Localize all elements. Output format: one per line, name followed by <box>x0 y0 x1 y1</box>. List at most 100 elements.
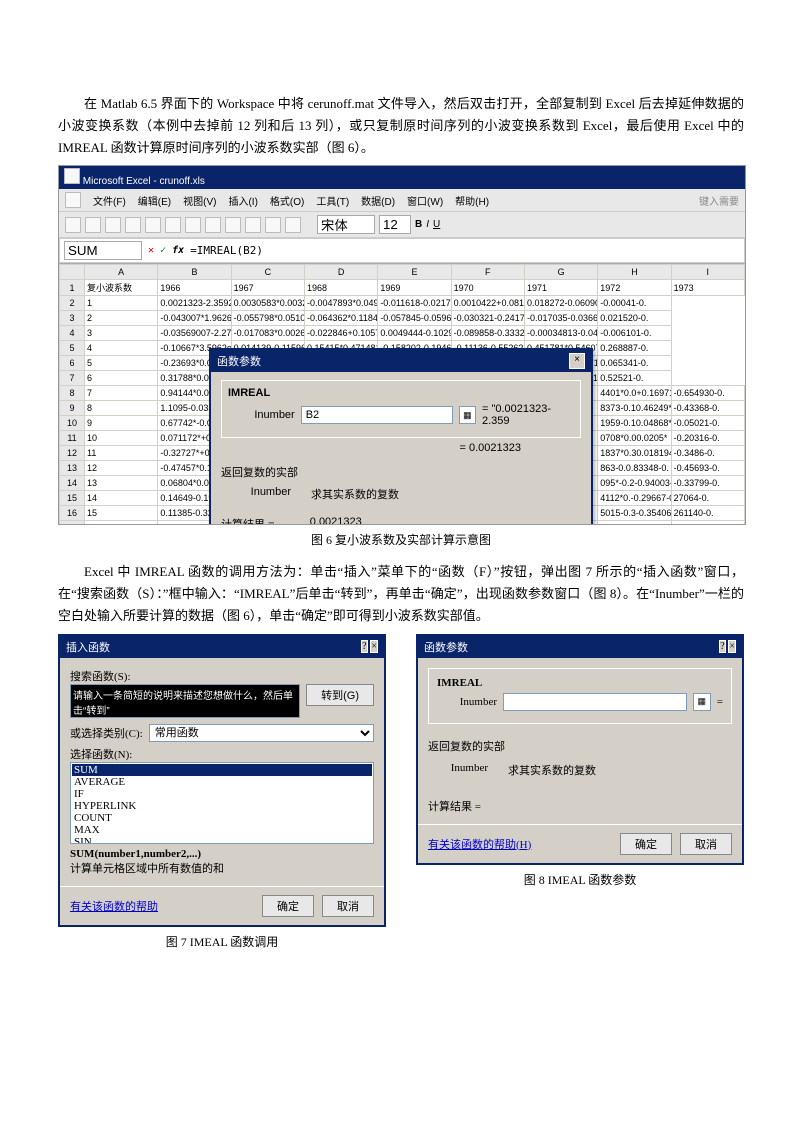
excel-grid[interactable]: ABCDEFGHI1复小波系数1966196719681969197019711… <box>59 263 745 524</box>
cell[interactable]: 0.021520-0. <box>598 311 671 326</box>
row-head[interactable]: 14 <box>60 476 85 491</box>
cell[interactable]: 13 <box>85 476 158 491</box>
paste-icon[interactable] <box>185 217 201 233</box>
cell[interactable]: 0.065341-0. <box>598 356 671 371</box>
cell[interactable]: 1959-0.10.04868* <box>598 416 671 431</box>
row-head[interactable]: 16 <box>60 506 85 521</box>
row-head[interactable]: 4 <box>60 326 85 341</box>
cell[interactable]: 0.0030583*0.003271 <box>231 296 304 311</box>
undo-icon[interactable] <box>205 217 221 233</box>
copy-icon[interactable] <box>165 217 181 233</box>
fn-listbox[interactable]: SUM AVERAGE IF HYPERLINK COUNT MAX SIN <box>70 762 374 844</box>
cell[interactable]: 0.0021323-2.3592e-0 <box>158 296 231 311</box>
col-head[interactable]: D <box>304 265 377 280</box>
cell[interactable]: 8 <box>85 401 158 416</box>
cell[interactable]: -0.064362*0.11841 <box>304 311 377 326</box>
cell[interactable]: 1972 <box>598 280 671 296</box>
cell[interactable]: 426-0.00.062111-0. <box>598 521 671 525</box>
menu-help[interactable]: 帮助(H) <box>455 193 489 208</box>
cell[interactable]: -0.33799-0. <box>671 476 744 491</box>
chart-icon[interactable] <box>285 217 301 233</box>
col-head[interactable]: A <box>85 265 158 280</box>
cell[interactable]: -0.057845-0.05969i <box>378 311 451 326</box>
close-icon[interactable]: × <box>728 640 736 653</box>
row-head[interactable]: 17 <box>60 521 85 525</box>
menu-tools[interactable]: 工具(T) <box>316 193 349 208</box>
cell[interactable]: -0.05021-0. <box>671 416 744 431</box>
cell[interactable]: -0.089858-0.333251 <box>451 326 524 341</box>
print-icon[interactable] <box>125 217 141 233</box>
cell[interactable]: 1968 <box>304 280 377 296</box>
cell[interactable]: 14 <box>85 491 158 506</box>
cell[interactable]: -0.006101-0. <box>598 326 671 341</box>
cell[interactable]: 1970 <box>451 280 524 296</box>
ok-button[interactable]: 确定 <box>620 833 672 855</box>
cell[interactable]: -0.00041-0. <box>598 296 671 311</box>
cell[interactable]: -0.043007*1.9626e-0 <box>158 311 231 326</box>
name-box[interactable] <box>64 241 142 260</box>
cell[interactable]: 7 <box>85 386 158 401</box>
cell[interactable]: -0.011618-0.02173i <box>378 296 451 311</box>
goto-button[interactable]: 转到(G) <box>306 684 374 706</box>
cell[interactable]: 1966 <box>158 280 231 296</box>
close-icon[interactable]: × <box>569 353 585 369</box>
close-icon[interactable]: × <box>370 640 378 653</box>
col-head[interactable]: C <box>231 265 304 280</box>
list-item[interactable]: COUNT <box>72 812 372 824</box>
fn-help-link[interactable]: 有关该函数的帮助(H) <box>428 836 531 852</box>
menu-data[interactable]: 数据(D) <box>361 193 395 208</box>
row-head[interactable]: 12 <box>60 446 85 461</box>
cell[interactable]: 8373-0.10.46249* <box>598 401 671 416</box>
cell[interactable]: 1967 <box>231 280 304 296</box>
menu-edit[interactable]: 编辑(E) <box>138 193 171 208</box>
col-head[interactable]: B <box>158 265 231 280</box>
cell[interactable]: 0708*0.00.0205* <box>598 431 671 446</box>
cell[interactable]: -0.022846+0.105706 <box>304 326 377 341</box>
sort-icon[interactable] <box>265 217 281 233</box>
cell[interactable]: -0.45693-0. <box>671 461 744 476</box>
cell[interactable]: 0.52521-0. <box>598 371 671 386</box>
menu-file[interactable]: 文件(F) <box>93 193 126 208</box>
cell[interactable]: -0.20316-0. <box>671 431 744 446</box>
row-head[interactable]: 2 <box>60 296 85 311</box>
help-icon[interactable]: ? <box>361 640 367 653</box>
list-item[interactable]: IF <box>72 788 372 800</box>
cell[interactable]: 261140-0. <box>671 506 744 521</box>
inumber-input[interactable] <box>503 693 687 711</box>
col-head[interactable]: I <box>671 265 744 280</box>
cell[interactable]: 3 <box>85 326 158 341</box>
col-head[interactable]: G <box>524 265 597 280</box>
menu-window[interactable]: 窗口(W) <box>407 193 443 208</box>
row-head[interactable]: 3 <box>60 311 85 326</box>
row-head[interactable]: 7 <box>60 371 85 386</box>
cell[interactable]: 863-0.0.83348-0. <box>598 461 671 476</box>
cut-icon[interactable] <box>145 217 161 233</box>
fontsize-box[interactable] <box>379 215 411 234</box>
row-head[interactable]: 6 <box>60 356 85 371</box>
cancel-button[interactable]: 取消 <box>322 895 374 917</box>
cell[interactable]: -0.0047893*0.04976 <box>304 296 377 311</box>
save-icon[interactable] <box>105 217 121 233</box>
cell[interactable]: 4401*0.0+0.16971* <box>598 386 671 401</box>
cell[interactable]: 6 <box>85 371 158 386</box>
cell[interactable]: 1973 <box>671 280 744 296</box>
cell[interactable]: 11 <box>85 446 158 461</box>
list-item[interactable]: HYPERLINK <box>72 800 372 812</box>
category-select[interactable]: 常用函数 <box>149 724 374 742</box>
cell[interactable]: 4 <box>85 341 158 356</box>
range-picker-icon[interactable]: ▦ <box>693 693 711 711</box>
cell[interactable]: 9 <box>85 416 158 431</box>
cell[interactable]: 0.0010422+0.08179 <box>451 296 524 311</box>
range-picker-icon[interactable]: ▦ <box>459 406 476 424</box>
cell[interactable]: 复小波系数 <box>85 280 158 296</box>
new-icon[interactable] <box>65 217 81 233</box>
row-head[interactable]: 8 <box>60 386 85 401</box>
list-item[interactable]: AVERAGE <box>72 776 372 788</box>
cell[interactable]: 4112*0.-0.29667-0. <box>598 491 671 506</box>
cell[interactable]: -0.3486-0. <box>671 446 744 461</box>
col-head[interactable]: H <box>598 265 671 280</box>
menu-view[interactable]: 视图(V) <box>183 193 216 208</box>
row-head[interactable]: 5 <box>60 341 85 356</box>
cell[interactable]: 5015-0.3-0.35406-0. <box>598 506 671 521</box>
cell[interactable]: 10 <box>85 431 158 446</box>
